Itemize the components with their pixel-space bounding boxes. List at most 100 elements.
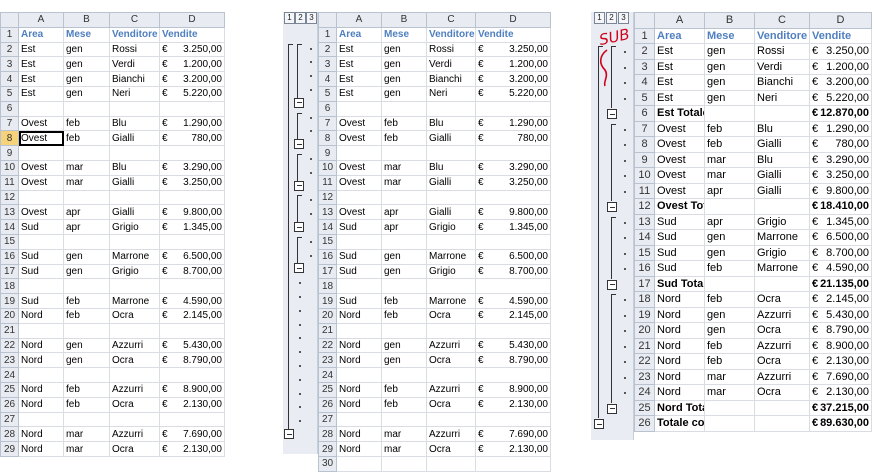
cell-vendite[interactable]: €3.290,00 xyxy=(475,159,551,176)
cell-mese[interactable]: gen xyxy=(63,248,110,265)
cell-area[interactable]: Ovest xyxy=(654,167,705,184)
cell-mese[interactable] xyxy=(704,275,755,292)
select-all-corner[interactable] xyxy=(634,12,655,29)
cell-mese[interactable]: gen xyxy=(63,263,110,280)
cell-mese[interactable]: mar xyxy=(63,441,110,457)
cell-venditore[interactable] xyxy=(426,189,476,206)
cell-vendite[interactable]: €6.500,00 xyxy=(159,248,225,265)
cell-venditore[interactable]: Blu xyxy=(109,159,160,176)
cell-venditore[interactable]: Grigio xyxy=(426,263,476,280)
outline-level-2-button[interactable]: 2 xyxy=(606,12,617,24)
row-header[interactable]: 23 xyxy=(318,352,337,369)
cell-venditore[interactable]: Azzurri xyxy=(426,426,476,443)
row-header[interactable]: 17 xyxy=(0,263,19,280)
cell-venditore[interactable]: Bianchi xyxy=(754,74,810,91)
cell-vendite[interactable]: €1.200,00 xyxy=(809,58,872,75)
collapse-all-button[interactable] xyxy=(284,429,294,439)
cell-mese[interactable]: mar xyxy=(704,167,755,184)
cell-area[interactable]: Sud xyxy=(18,219,64,235)
cell-area[interactable]: Est xyxy=(336,85,382,102)
cell-venditore[interactable]: Grigio xyxy=(754,213,810,230)
cell-area[interactable]: Sud xyxy=(654,244,705,261)
cell-area[interactable]: Est xyxy=(18,41,64,58)
cell-vendite[interactable]: Vendite xyxy=(475,26,551,43)
cell-mese[interactable] xyxy=(63,411,110,428)
row-header[interactable]: 16 xyxy=(0,248,19,265)
row-header[interactable]: 17 xyxy=(318,263,337,280)
cell-venditore[interactable]: Azzurri xyxy=(754,306,810,323)
cell-vendite[interactable] xyxy=(475,278,551,295)
cell-mese[interactable]: gen xyxy=(381,337,427,354)
cell-venditore[interactable]: Blu xyxy=(426,159,476,176)
select-all-corner[interactable] xyxy=(318,12,337,28)
row-header[interactable]: 13 xyxy=(634,213,655,230)
cell-area[interactable]: Nord xyxy=(336,352,382,369)
cell-venditore[interactable]: Verdi xyxy=(754,58,810,75)
cell-area[interactable]: Nord xyxy=(336,441,382,457)
cell-area[interactable]: Nord xyxy=(336,426,382,443)
cell-vendite[interactable]: €5.430,00 xyxy=(159,337,225,354)
cell-area[interactable]: Est xyxy=(654,43,705,60)
cell-area[interactable]: Ovest xyxy=(654,151,705,168)
cell-mese[interactable]: feb xyxy=(704,120,755,137)
cell-vendite[interactable] xyxy=(475,145,551,161)
cell-vendite[interactable]: €8.790,00 xyxy=(475,352,551,369)
cell-vendite[interactable] xyxy=(159,145,225,161)
row-header[interactable]: 19 xyxy=(634,306,655,323)
cell-venditore[interactable]: Bianchi xyxy=(426,71,476,87)
row-header[interactable]: 19 xyxy=(318,293,337,309)
outline-level-3-button[interactable]: 3 xyxy=(306,12,317,24)
cell-venditore[interactable]: Gialli xyxy=(109,174,160,191)
cell-vendite[interactable] xyxy=(159,278,225,295)
column-header-c[interactable]: C xyxy=(426,12,476,28)
collapse-group-button[interactable] xyxy=(294,263,304,274)
row-header[interactable]: 23 xyxy=(634,368,655,385)
cell-area[interactable]: Ovest xyxy=(654,136,705,153)
collapse-group-button[interactable] xyxy=(294,139,304,150)
cell-mese[interactable] xyxy=(381,100,427,117)
cell-area[interactable]: Est Totale xyxy=(654,105,705,122)
cell-vendite[interactable] xyxy=(475,455,551,472)
row-header[interactable]: 6 xyxy=(634,105,655,122)
cell-venditore[interactable]: Gialli xyxy=(109,130,160,147)
cell-area[interactable]: Est xyxy=(18,71,64,87)
cell-area[interactable]: Nord Totale xyxy=(654,399,705,416)
cell-mese[interactable]: feb xyxy=(381,307,427,324)
cell-venditore[interactable] xyxy=(109,367,160,383)
cell-mese[interactable]: gen xyxy=(381,56,427,73)
row-header[interactable]: 2 xyxy=(634,43,655,60)
cell-venditore[interactable]: Marrone xyxy=(754,260,810,277)
cell-area[interactable]: Totale complessivo xyxy=(654,415,705,432)
cell-vendite[interactable]: €2.145,00 xyxy=(159,307,225,324)
row-header[interactable]: 2 xyxy=(0,41,19,58)
cell-area[interactable] xyxy=(336,145,382,161)
cell-area[interactable]: Nord xyxy=(18,426,64,443)
cell-vendite[interactable] xyxy=(159,233,225,250)
cell-venditore[interactable]: Azzurri xyxy=(754,337,810,354)
cell-venditore[interactable]: Azzurri xyxy=(754,368,810,385)
cell-vendite[interactable]: €1.345,00 xyxy=(475,219,551,235)
cell-venditore[interactable]: Grigio xyxy=(426,219,476,235)
row-header[interactable]: 5 xyxy=(634,89,655,106)
cell-area[interactable]: Est xyxy=(18,85,64,102)
cell-vendite[interactable]: €780,00 xyxy=(809,136,872,153)
cell-area[interactable]: Nord xyxy=(18,381,64,398)
cell-area[interactable]: Sud xyxy=(336,219,382,235)
cell-vendite[interactable]: €9.800,00 xyxy=(809,182,872,199)
cell-vendite[interactable]: €1.345,00 xyxy=(159,219,225,235)
cell-venditore[interactable]: Verdi xyxy=(426,56,476,73)
row-header[interactable]: 22 xyxy=(0,337,19,354)
cell-area[interactable]: Nord xyxy=(18,396,64,413)
cell-vendite[interactable]: €4.590,00 xyxy=(159,293,225,309)
cell-area[interactable] xyxy=(18,100,64,117)
cell-venditore[interactable]: Azzurri xyxy=(426,381,476,398)
cell-vendite[interactable]: €3.250,00 xyxy=(475,174,551,191)
cell-area[interactable]: Ovest xyxy=(336,204,382,221)
row-header[interactable]: 9 xyxy=(318,145,337,161)
cell-mese[interactable]: mar xyxy=(381,174,427,191)
cell-vendite[interactable]: €37.215,00 xyxy=(809,399,872,416)
row-header[interactable]: 15 xyxy=(634,244,655,261)
cell-mese[interactable]: apr xyxy=(63,204,110,221)
cell-vendite[interactable] xyxy=(475,411,551,428)
cell-venditore[interactable]: Ocra xyxy=(109,352,160,369)
